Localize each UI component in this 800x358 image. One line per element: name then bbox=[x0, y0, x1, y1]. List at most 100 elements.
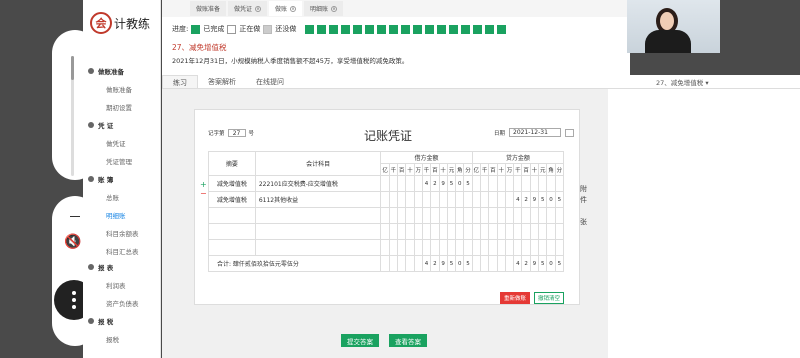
credit-digit-cell[interactable] bbox=[504, 191, 515, 208]
total-debit-digit-cell[interactable] bbox=[388, 255, 399, 272]
progress-cell[interactable] bbox=[341, 24, 351, 34]
credit-digit-cell[interactable] bbox=[513, 175, 523, 192]
empty-cell[interactable] bbox=[446, 207, 457, 224]
empty-cell[interactable] bbox=[479, 239, 490, 256]
credit-digit-cell[interactable] bbox=[479, 191, 490, 208]
empty-cell[interactable] bbox=[413, 239, 423, 256]
nav-head[interactable]: 做账准备 bbox=[88, 66, 132, 76]
empty-cell[interactable] bbox=[208, 239, 256, 256]
empty-cell[interactable] bbox=[388, 223, 399, 240]
credit-digit-cell[interactable] bbox=[504, 175, 515, 192]
sidebar-item-detail-ledger[interactable]: 明细账 bbox=[106, 210, 139, 220]
empty-cell[interactable] bbox=[538, 223, 548, 240]
debit-digit-cell[interactable] bbox=[405, 175, 415, 192]
progress-cell[interactable] bbox=[497, 24, 507, 34]
empty-cell[interactable] bbox=[380, 207, 390, 224]
credit-digit-cell[interactable] bbox=[488, 175, 498, 192]
debit-digit-cell[interactable] bbox=[455, 191, 465, 208]
empty-cell[interactable] bbox=[405, 207, 415, 224]
submit-button[interactable]: 提交答案 bbox=[341, 334, 379, 347]
tab-accounting[interactable]: 做账 × bbox=[269, 1, 303, 16]
credit-digit-cell[interactable] bbox=[496, 191, 506, 208]
sidebar-item-balance[interactable]: 科目余额表 bbox=[106, 228, 139, 238]
empty-cell[interactable] bbox=[396, 223, 407, 240]
total-debit-digit-cell[interactable]: 4 bbox=[421, 255, 432, 272]
empty-cell[interactable] bbox=[430, 239, 440, 256]
progress-cell[interactable] bbox=[437, 24, 447, 34]
remove-row-icon[interactable]: − bbox=[200, 189, 207, 198]
progress-cell[interactable] bbox=[365, 24, 375, 34]
sidebar-item-prep[interactable]: 做账准备 bbox=[106, 84, 132, 94]
empty-cell[interactable] bbox=[254, 239, 382, 256]
credit-digit-cell[interactable] bbox=[488, 191, 498, 208]
summary-cell[interactable]: 减免增值税 bbox=[208, 191, 256, 208]
credit-digit-cell[interactable] bbox=[538, 175, 548, 192]
total-credit-digit-cell[interactable]: 2 bbox=[521, 255, 531, 272]
credit-digit-cell[interactable] bbox=[529, 175, 540, 192]
empty-cell[interactable] bbox=[496, 223, 506, 240]
empty-cell[interactable] bbox=[471, 239, 482, 256]
progress-cell[interactable] bbox=[377, 24, 387, 34]
empty-cell[interactable] bbox=[513, 223, 523, 240]
total-debit-digit-cell[interactable]: 9 bbox=[438, 255, 448, 272]
empty-cell[interactable] bbox=[396, 239, 407, 256]
empty-cell[interactable] bbox=[513, 207, 523, 224]
progress-cell[interactable] bbox=[389, 24, 399, 34]
debit-digit-cell[interactable] bbox=[380, 175, 390, 192]
empty-cell[interactable] bbox=[538, 239, 548, 256]
debit-digit-cell[interactable]: 2 bbox=[430, 175, 440, 192]
tab-online-ask[interactable]: 在线提问 bbox=[246, 75, 294, 88]
empty-cell[interactable] bbox=[413, 223, 423, 240]
debit-digit-cell[interactable] bbox=[388, 175, 399, 192]
total-credit-digit-cell[interactable]: 5 bbox=[538, 255, 548, 272]
total-credit-digit-cell[interactable] bbox=[496, 255, 506, 272]
empty-cell[interactable] bbox=[430, 223, 440, 240]
total-debit-digit-cell[interactable]: 2 bbox=[430, 255, 440, 272]
credit-digit-cell[interactable]: 5 bbox=[554, 191, 565, 208]
empty-cell[interactable] bbox=[496, 239, 506, 256]
sidebar-item-ledger[interactable]: 总账 bbox=[106, 192, 139, 202]
empty-cell[interactable] bbox=[463, 223, 473, 240]
empty-cell[interactable] bbox=[208, 223, 256, 240]
empty-cell[interactable] bbox=[529, 239, 540, 256]
empty-cell[interactable] bbox=[479, 207, 490, 224]
total-credit-digit-cell[interactable]: 5 bbox=[554, 255, 565, 272]
progress-cell[interactable] bbox=[353, 24, 363, 34]
empty-cell[interactable] bbox=[554, 223, 565, 240]
close-icon[interactable]: × bbox=[331, 5, 338, 12]
empty-cell[interactable] bbox=[380, 239, 390, 256]
empty-cell[interactable] bbox=[479, 223, 490, 240]
empty-cell[interactable] bbox=[254, 207, 382, 224]
progress-cell[interactable] bbox=[317, 24, 327, 34]
progress-cells[interactable] bbox=[305, 24, 507, 34]
empty-cell[interactable] bbox=[446, 223, 457, 240]
credit-digit-cell[interactable] bbox=[471, 175, 482, 192]
empty-cell[interactable] bbox=[421, 223, 432, 240]
progress-cell[interactable] bbox=[401, 24, 411, 34]
empty-cell[interactable] bbox=[405, 223, 415, 240]
empty-cell[interactable] bbox=[405, 239, 415, 256]
empty-cell[interactable] bbox=[546, 223, 556, 240]
total-credit-digit-cell[interactable]: 9 bbox=[529, 255, 540, 272]
empty-cell[interactable] bbox=[438, 207, 448, 224]
voucher-number-input[interactable]: 27 bbox=[227, 129, 246, 137]
empty-cell[interactable] bbox=[438, 223, 448, 240]
empty-cell[interactable] bbox=[380, 223, 390, 240]
total-debit-digit-cell[interactable]: 0 bbox=[455, 255, 465, 272]
progress-cell[interactable] bbox=[485, 24, 495, 34]
progress-cell[interactable] bbox=[413, 24, 423, 34]
empty-cell[interactable] bbox=[388, 239, 399, 256]
debit-digit-cell[interactable]: 0 bbox=[455, 175, 465, 192]
empty-cell[interactable] bbox=[396, 207, 407, 224]
empty-cell[interactable] bbox=[513, 239, 523, 256]
credit-digit-cell[interactable] bbox=[496, 175, 506, 192]
empty-cell[interactable] bbox=[504, 223, 515, 240]
scroll-indicator[interactable] bbox=[71, 56, 74, 176]
sidebar-item-init[interactable]: 期初设置 bbox=[106, 102, 132, 112]
empty-cell[interactable] bbox=[421, 239, 432, 256]
credit-digit-cell[interactable]: 4 bbox=[513, 191, 523, 208]
add-row-icon[interactable]: + bbox=[200, 180, 207, 189]
empty-cell[interactable] bbox=[455, 207, 465, 224]
nav-head[interactable]: 报 表 bbox=[88, 262, 139, 272]
tab-detail[interactable]: 明细账 × bbox=[304, 1, 344, 16]
